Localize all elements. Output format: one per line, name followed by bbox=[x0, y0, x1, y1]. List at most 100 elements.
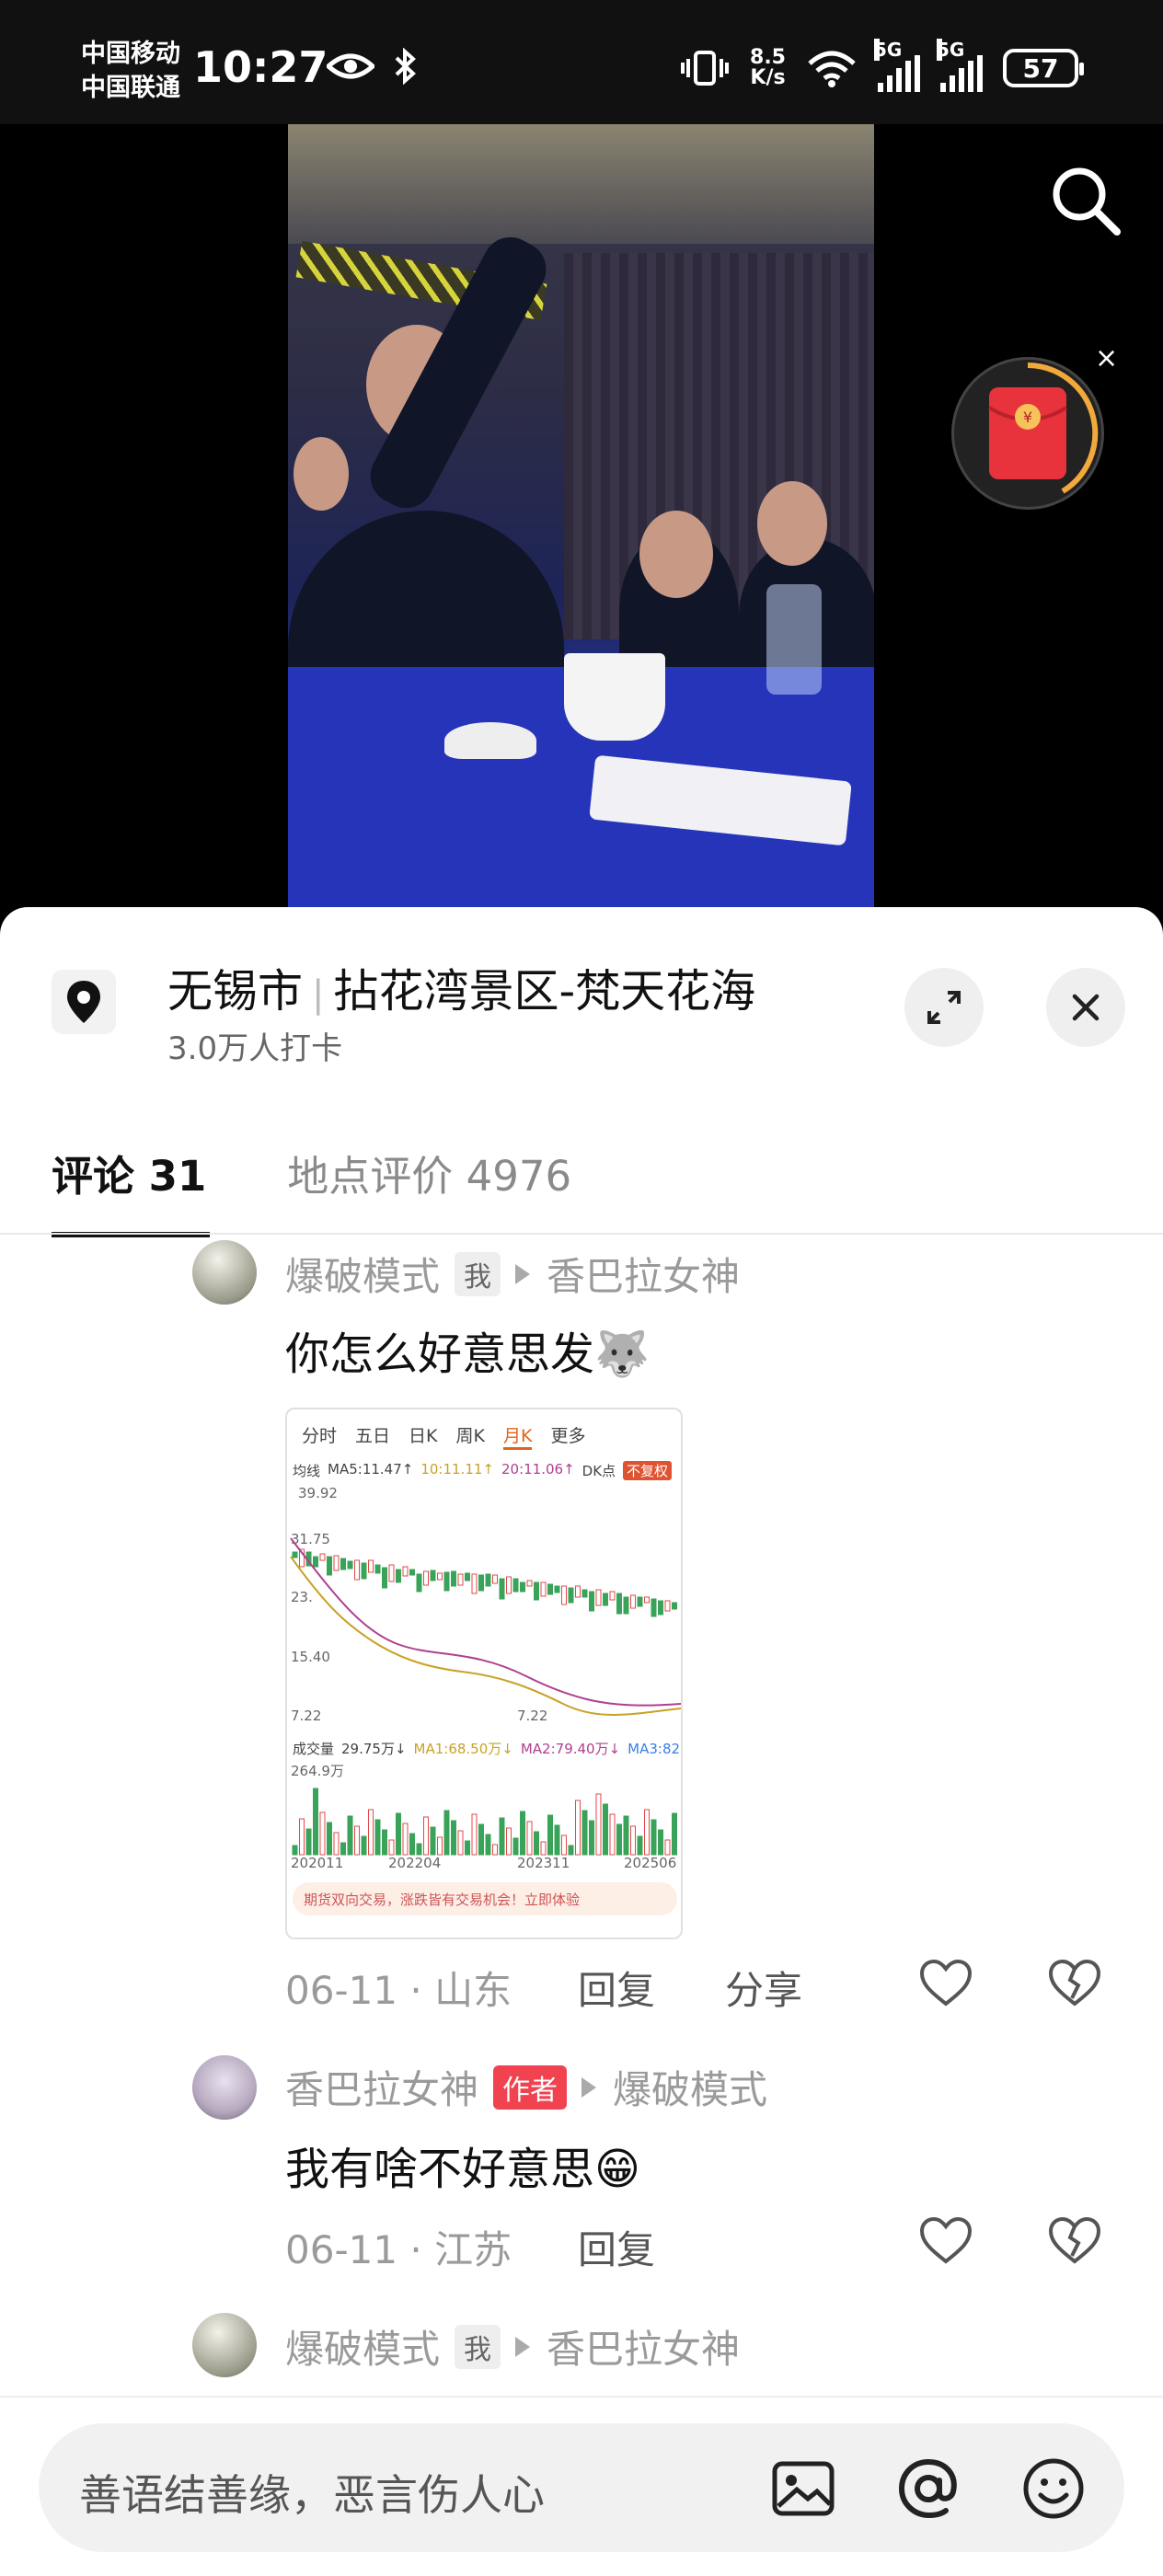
candle-mark bbox=[637, 1596, 643, 1607]
candle-mark bbox=[319, 1553, 326, 1561]
candle-mark bbox=[478, 1574, 484, 1592]
like-heart-icon[interactable] bbox=[916, 2212, 975, 2271]
avatar[interactable] bbox=[192, 2055, 257, 2120]
search-button[interactable] bbox=[1049, 164, 1123, 237]
volume-bar bbox=[354, 1825, 360, 1856]
volume-bar bbox=[299, 1818, 305, 1856]
comment-image-stock-chart[interactable]: 分时 五日 日K 周K 月K 更多 均线 MA5:11.47↑ 10:11.11… bbox=[285, 1408, 683, 1939]
volume-bar bbox=[471, 1813, 478, 1856]
candle-mark bbox=[582, 1589, 588, 1598]
comment-input[interactable]: 善语结善缘，恶言伤人心 bbox=[39, 2423, 1124, 2552]
reply-button[interactable]: 回复 bbox=[578, 1960, 655, 2016]
net-speed: 8.5 K/s bbox=[750, 48, 786, 88]
date-tick: 202011 bbox=[291, 1855, 344, 1871]
volume-bar bbox=[396, 1812, 401, 1856]
candle-mark bbox=[388, 1564, 395, 1582]
close-icon bbox=[1072, 994, 1100, 1021]
volume-bar bbox=[319, 1811, 326, 1856]
comment-username-row: 香巴拉女神 作者 爆破模式 bbox=[285, 2059, 767, 2115]
reply-to-username[interactable]: 香巴拉女神 bbox=[547, 1246, 740, 1302]
ma20-value: 20:11.06↑ bbox=[501, 1461, 575, 1478]
candle-mark bbox=[630, 1594, 636, 1609]
candle-mark bbox=[354, 1559, 360, 1581]
volume-bar bbox=[402, 1823, 409, 1856]
candle-mark bbox=[603, 1593, 608, 1606]
stock-tab: 更多 bbox=[550, 1426, 586, 1446]
dislike-broken-heart-icon[interactable] bbox=[1045, 1954, 1104, 2013]
candle-mark bbox=[499, 1578, 505, 1600]
reply-button[interactable]: 回复 bbox=[578, 2219, 655, 2275]
volume-bar bbox=[333, 1832, 340, 1856]
carrier-info: 中国移动 中国联通 bbox=[81, 37, 180, 105]
volume-bar bbox=[637, 1835, 643, 1856]
volume-bar bbox=[388, 1839, 395, 1856]
video-frame[interactable] bbox=[288, 124, 874, 915]
share-button[interactable]: 分享 bbox=[725, 1960, 802, 2016]
candle-mark bbox=[651, 1598, 657, 1617]
reply-arrow-icon bbox=[515, 1263, 531, 1284]
candle-mark bbox=[313, 1556, 318, 1568]
reply-to-username[interactable]: 香巴拉女神 bbox=[547, 2318, 740, 2375]
location-title[interactable]: 无锡市 | 拈花湾景区-梵天花海 bbox=[167, 955, 755, 1020]
comment-username[interactable]: 香巴拉女神 bbox=[285, 2059, 478, 2115]
volume-ma2: MA2:79.40万↓ bbox=[520, 1741, 621, 1757]
tab-place-reviews[interactable]: 地点评价 4976 bbox=[287, 1143, 571, 1202]
comment-username[interactable]: 爆破模式 bbox=[285, 1246, 440, 1302]
reply-arrow-icon bbox=[515, 2336, 531, 2357]
volume-bar bbox=[603, 1803, 608, 1856]
candle-mark bbox=[589, 1591, 594, 1612]
stock-tab: 周K bbox=[455, 1426, 485, 1446]
volume-bar bbox=[313, 1788, 318, 1856]
candle-mark bbox=[595, 1589, 602, 1606]
date-tick: 202204 bbox=[388, 1855, 442, 1871]
video-head-2 bbox=[639, 511, 713, 598]
volume-bar bbox=[416, 1843, 422, 1856]
image-icon[interactable] bbox=[767, 2453, 839, 2524]
mention-icon[interactable] bbox=[892, 2453, 964, 2524]
candle-mark bbox=[492, 1574, 498, 1584]
candle-mark bbox=[416, 1573, 422, 1593]
candle-mark bbox=[409, 1569, 415, 1576]
candle-mark bbox=[451, 1570, 456, 1587]
candle-mark bbox=[672, 1602, 677, 1610]
comment-username[interactable]: 爆破模式 bbox=[285, 2318, 440, 2375]
volume-bar bbox=[512, 1837, 519, 1856]
red-packet-button[interactable]: ¥ bbox=[951, 357, 1104, 510]
volume-bar bbox=[368, 1809, 374, 1856]
volume-bar bbox=[361, 1835, 367, 1856]
comment-input-bar: 善语结善缘，恶言伤人心 bbox=[0, 2396, 1163, 2576]
me-badge: 我 bbox=[455, 1251, 501, 1296]
tab-comments[interactable]: 评论 31 bbox=[52, 1143, 211, 1237]
tab-bar: 评论 31 地点评价 4976 bbox=[52, 1143, 571, 1237]
title-separator: | bbox=[312, 973, 325, 1016]
volume-bar bbox=[430, 1826, 436, 1856]
net-speed-value: 8.5 bbox=[750, 46, 786, 69]
volume-bar bbox=[347, 1815, 353, 1856]
emoji-icon[interactable] bbox=[1018, 2453, 1089, 2524]
expand-button[interactable] bbox=[904, 968, 984, 1047]
ma-label: 均线 bbox=[293, 1463, 321, 1479]
volume-label: 成交量 bbox=[293, 1741, 335, 1757]
candle-mark bbox=[575, 1585, 581, 1598]
video-area[interactable] bbox=[0, 124, 1163, 915]
avatar[interactable] bbox=[192, 2313, 257, 2377]
futures-ad-banner: 期货双向交易，涨跌皆有交易机会！立即体验 bbox=[293, 1882, 677, 1915]
reply-to-username[interactable]: 爆破模式 bbox=[613, 2059, 767, 2115]
dislike-broken-heart-icon[interactable] bbox=[1045, 2212, 1104, 2271]
candle-mark bbox=[430, 1570, 436, 1581]
search-icon bbox=[1053, 167, 1121, 236]
video-cup bbox=[564, 653, 665, 741]
close-sheet-button[interactable] bbox=[1046, 968, 1125, 1047]
volume-bar bbox=[554, 1824, 560, 1856]
volume-bar bbox=[465, 1840, 470, 1856]
status-icons-left bbox=[327, 48, 419, 85]
video-lid bbox=[444, 722, 536, 759]
volume-bar bbox=[305, 1828, 312, 1856]
volume-bar bbox=[457, 1830, 464, 1856]
candle-mark bbox=[609, 1591, 616, 1601]
volume-bar bbox=[658, 1829, 663, 1856]
volume-bar bbox=[485, 1834, 491, 1856]
like-heart-icon[interactable] bbox=[916, 1954, 975, 2013]
avatar[interactable] bbox=[192, 1240, 257, 1305]
volume-bar bbox=[492, 1844, 498, 1856]
